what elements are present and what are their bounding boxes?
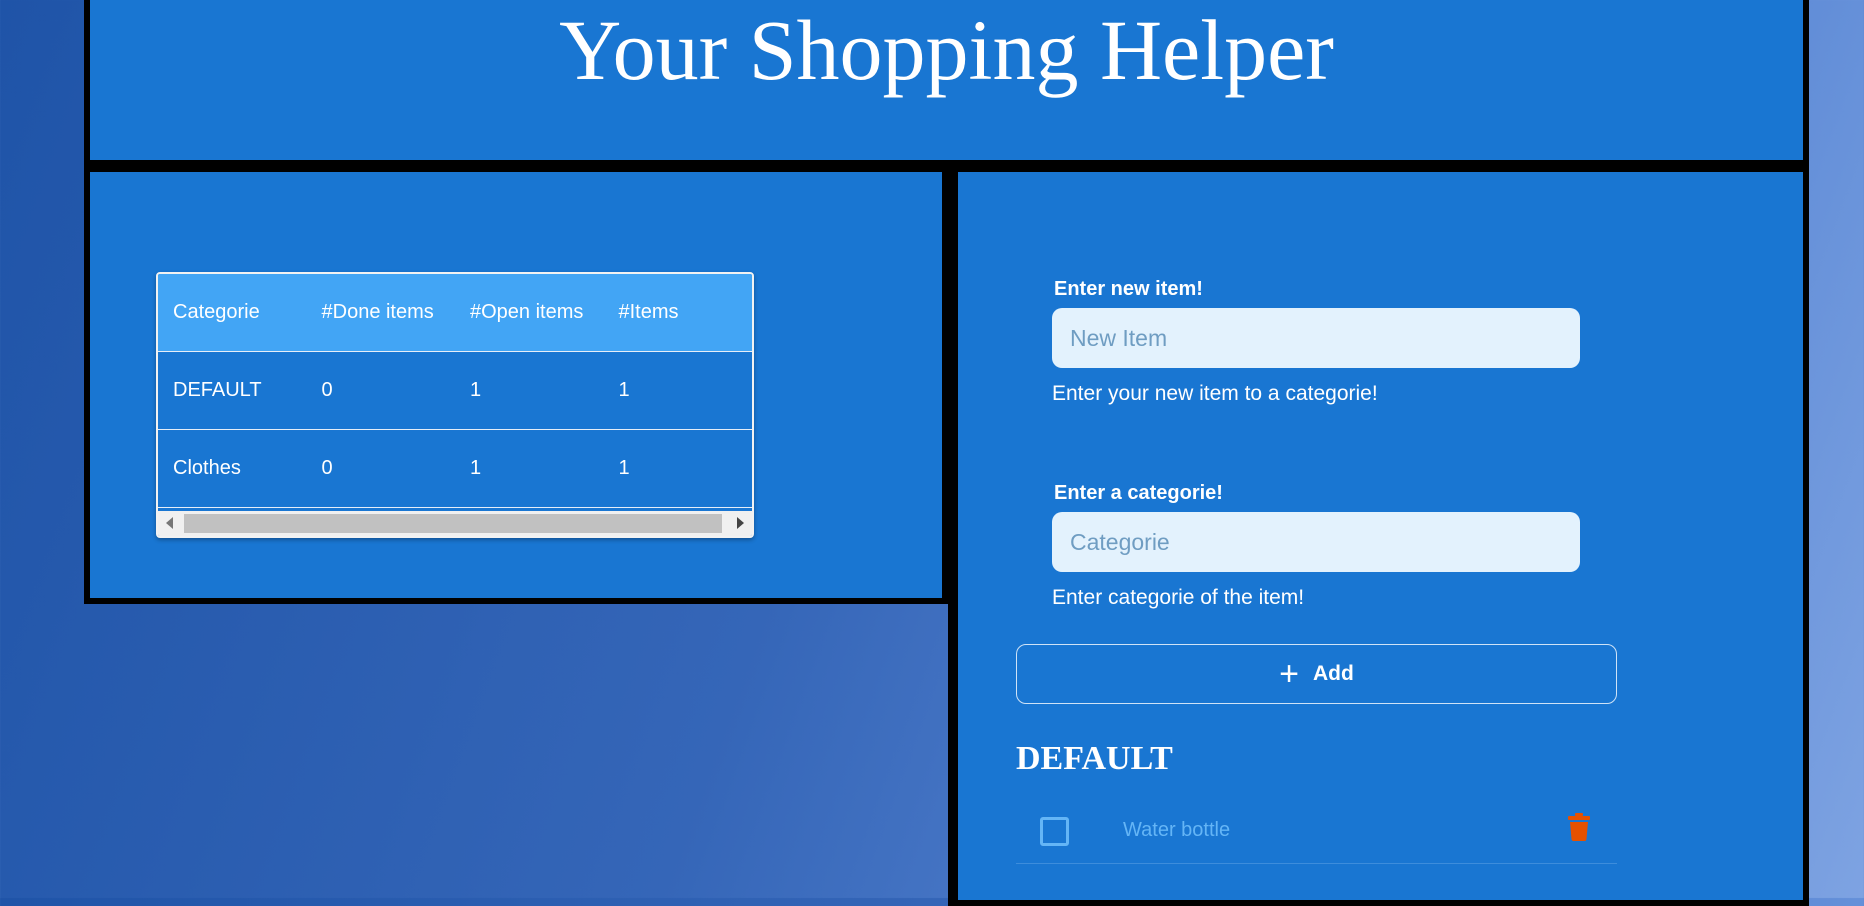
- table-header-row: Categorie #Done items #Open items #Items: [158, 274, 752, 352]
- stats-table: Categorie #Done items #Open items #Items…: [156, 272, 754, 538]
- column-header-done-items[interactable]: #Done items: [307, 301, 456, 324]
- category-helper: Enter categorie of the item!: [1052, 586, 1305, 609]
- table-cell: DEFAULT: [173, 379, 262, 401]
- new-item-input[interactable]: [1052, 308, 1580, 368]
- table-cell: 0: [321, 379, 333, 401]
- table-row: DEFAULT 0 1 1: [158, 352, 752, 430]
- table-cell: 1: [470, 379, 482, 401]
- category-label: Enter a categorie!: [1054, 482, 1223, 504]
- stats-panel: Categorie #Done items #Open items #Items…: [84, 166, 948, 604]
- new-item-label: Enter new item!: [1054, 278, 1203, 300]
- add-button[interactable]: + Add: [1016, 644, 1617, 704]
- horizontal-scrollbar[interactable]: [158, 511, 752, 536]
- category-input[interactable]: [1052, 512, 1580, 572]
- trash-icon[interactable]: [1568, 813, 1590, 846]
- add-item-panel: Enter new item! Enter your new item to a…: [948, 166, 1809, 906]
- page-title: Your Shopping Helper: [559, 2, 1334, 98]
- table-cell: 0: [321, 457, 333, 479]
- column-header-categorie[interactable]: Categorie: [158, 301, 307, 324]
- table-cell: Clothes: [173, 457, 241, 479]
- table-cell: 1: [470, 457, 482, 479]
- scroll-left-icon[interactable]: [166, 517, 173, 529]
- category-heading: DEFAULT: [1016, 740, 1173, 777]
- table-row: Clothes 0 1 1: [158, 430, 752, 508]
- scrollbar-thumb[interactable]: [184, 514, 722, 533]
- header-panel: Your Shopping Helper: [84, 0, 1809, 166]
- table-cell: 1: [618, 379, 630, 401]
- list-item: Water bottle: [1016, 799, 1617, 864]
- column-header-open-items[interactable]: #Open items: [455, 301, 604, 324]
- item-checkbox[interactable]: [1040, 817, 1069, 846]
- table-cell: 1: [618, 457, 630, 479]
- item-label[interactable]: Water bottle: [1123, 819, 1230, 842]
- new-item-helper: Enter your new item to a categorie!: [1052, 382, 1378, 405]
- plus-icon: +: [1279, 655, 1300, 693]
- scroll-right-icon[interactable]: [737, 517, 744, 529]
- column-header-items[interactable]: #Items: [604, 301, 753, 324]
- add-button-label: Add: [1313, 662, 1354, 685]
